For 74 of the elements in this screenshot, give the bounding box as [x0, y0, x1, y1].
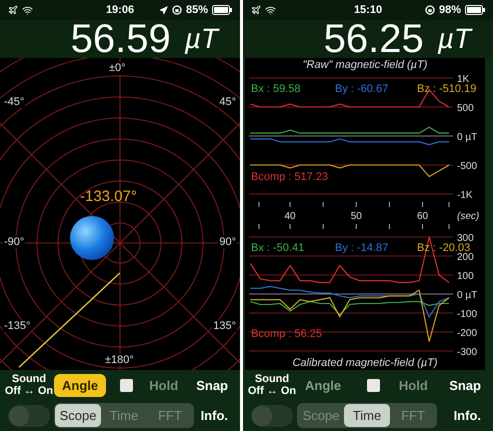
tick-mark [322, 202, 324, 230]
checkbox[interactable] [120, 378, 134, 392]
sound-switch[interactable] [8, 404, 50, 426]
total-reading: Bcomp : 517.23 [251, 171, 328, 183]
battery-percent: 98% [438, 4, 462, 16]
chart-title: "Raw" magnetic-field (µT) [302, 58, 428, 72]
status-time: 19:06 [106, 4, 134, 16]
rotation-lock-icon [172, 5, 182, 15]
field-value: 56.25 [324, 20, 424, 58]
airplane-icon [251, 5, 261, 15]
axis-label: 40 [284, 211, 296, 222]
angle-button[interactable]: Angle [54, 374, 106, 396]
battery-icon [465, 5, 486, 15]
angle-label: 45° [218, 96, 237, 108]
angle-label: -45° [3, 96, 26, 108]
sound-label: Sound [10, 373, 48, 385]
axis-label: 60 [416, 211, 428, 222]
axis-label: -1K [457, 190, 473, 201]
axis-reading: Bx : -50.41 [251, 242, 304, 254]
axis-label: 50 [350, 211, 362, 222]
axis-label: -300 [457, 347, 478, 356]
wifi-icon [265, 4, 276, 16]
sound-label: Sound [254, 373, 290, 385]
axis-label: 0 µT [457, 290, 478, 301]
info-button[interactable]: Info. [452, 404, 483, 427]
angle-label: 90° [218, 236, 237, 248]
axis-label: -100 [457, 309, 478, 320]
angle-label: 135° [212, 320, 237, 332]
angle-label: ±0° [108, 62, 127, 74]
axis-label: (sec) [457, 211, 480, 222]
axis-label: -500 [457, 161, 478, 172]
sound-switch[interactable] [251, 404, 293, 426]
rotation-lock-icon [424, 5, 435, 15]
total-reading: Bcomp : 56.25 [251, 328, 322, 340]
battery-icon [212, 5, 232, 15]
angle-button[interactable]: Angle [297, 374, 350, 396]
compass-ball [69, 215, 115, 261]
angle-label: -90° [3, 236, 26, 248]
angle-label: ±180° [104, 354, 135, 366]
heading-reading: -133.07° [80, 188, 137, 205]
airplane-icon [8, 5, 18, 15]
checkbox[interactable] [366, 378, 380, 392]
status-time: 15:10 [354, 4, 382, 16]
chart-title: Calibrated magnetic-field (µT) [291, 356, 439, 370]
tick-mark [356, 202, 357, 230]
text-button[interactable]: Snap [447, 374, 483, 396]
field-unit: µT [184, 23, 218, 55]
info-button[interactable]: Info. [198, 404, 230, 427]
text-button[interactable]: Snap [194, 374, 230, 396]
tick-mark [290, 202, 291, 230]
axis-reading: By : -14.87 [335, 242, 388, 254]
mode-tab[interactable]: Time [344, 404, 390, 427]
axis-label: 200 [457, 252, 474, 263]
tick-mark [388, 202, 390, 230]
axis-reading: Bz : -510.19 [417, 83, 476, 95]
tick-mark [448, 202, 450, 230]
axis-label: 0 µT [457, 132, 478, 143]
axis-reading: Bx : 59.58 [251, 83, 301, 95]
angle-label: -135° [3, 320, 32, 332]
sound-hint: Off ↔ On [247, 385, 297, 397]
battery-percent: 85% [186, 4, 208, 16]
tick-mark [258, 202, 260, 230]
axis-reading: By : -60.67 [335, 83, 388, 95]
axis-label: 100 [457, 271, 474, 282]
axis-label: 300 [457, 233, 474, 244]
wifi-icon [22, 4, 33, 16]
mode-tab[interactable]: Scope [55, 404, 101, 427]
field-unit: µT [438, 23, 471, 55]
axis-label: 500 [457, 103, 474, 114]
axis-label: 1K [457, 74, 470, 85]
sound-hint: Off ↔ On [4, 385, 54, 397]
tick-mark [422, 202, 424, 230]
field-value: 56.59 [70, 20, 171, 58]
axis-label: -200 [457, 328, 478, 339]
